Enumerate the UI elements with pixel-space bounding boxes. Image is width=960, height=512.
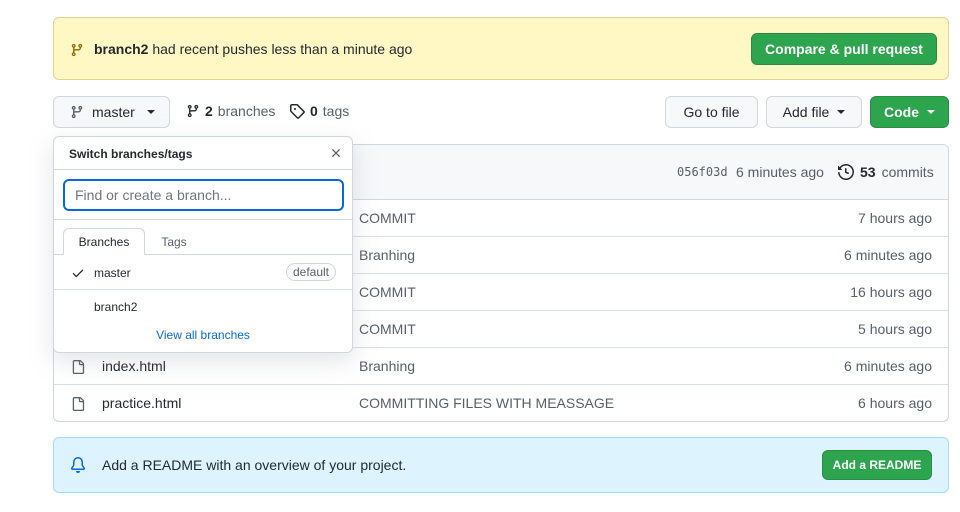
file-time: 6 minutes ago [844,247,932,263]
commits-label: commits [881,164,934,180]
recent-push-banner: branch2 had recent pushes less than a mi… [53,17,949,80]
file-icon [71,359,85,375]
bell-icon [70,457,86,473]
branch-switcher-dropdown: Switch branches/tags Branches Tags maste… [53,136,353,353]
file-time: 5 hours ago [858,321,932,337]
tags-link[interactable]: 0 tags [289,103,349,119]
commit-message[interactable]: COMMIT [359,321,416,337]
branch-name: master [94,266,131,280]
file-name[interactable]: practice.html [102,395,181,411]
banner-branch-name[interactable]: branch2 [94,41,148,57]
tags-count: 0 [310,103,318,119]
chevron-down-icon [146,110,155,114]
commits-count: 53 [860,164,876,180]
banner-message: branch2 had recent pushes less than a mi… [94,41,412,57]
file-time: 6 minutes ago [844,358,932,374]
check-icon [71,266,85,280]
branches-count: 2 [205,103,213,119]
branches-label: branches [217,103,276,119]
commit-message[interactable]: COMMIT [359,284,416,300]
commit-message[interactable]: Branhing [359,247,415,263]
divider [54,219,352,220]
add-file-button[interactable]: Add file [766,96,862,128]
dropdown-title: Switch branches/tags [69,147,193,161]
branches-link[interactable]: 2 branches [186,103,275,119]
file-icon [71,396,85,412]
branch-item-master[interactable]: master default [54,255,352,289]
view-all-branches-link[interactable]: View all branches [54,328,352,342]
tab-tags[interactable]: Tags [149,228,199,255]
file-time: 16 hours ago [850,284,932,300]
chevron-down-icon [927,110,935,114]
code-button[interactable]: Code [870,96,949,128]
tab-branches[interactable]: Branches [63,228,145,255]
add-file-label: Add file [782,104,830,120]
table-row: practice.html COMMITTING FILES WITH MEAS… [54,385,948,421]
commit-sha[interactable]: 056f03d [677,165,728,179]
git-branch-icon [186,103,200,119]
commit-message[interactable]: COMMITTING FILES WITH MEASSAGE [359,395,614,411]
file-time: 7 hours ago [858,210,932,226]
readme-prompt: Add a README with an overview of your pr… [53,437,949,493]
add-readme-button[interactable]: Add a README [822,450,932,480]
banner-text: had recent pushes less than a minute ago [152,41,413,57]
tags-label: tags [322,103,350,119]
divider [54,169,352,170]
default-badge: default [285,263,336,281]
readme-message: Add a README with an overview of your pr… [102,457,407,473]
tag-icon [289,103,305,119]
compare-pull-request-button[interactable]: Compare & pull request [751,33,937,65]
file-time: 6 hours ago [858,395,932,411]
commit-message[interactable]: Branhing [359,358,415,374]
file-name[interactable]: index.html [102,358,166,374]
go-to-file-button[interactable]: Go to file [665,96,758,128]
table-row: index.html Branhing 6 minutes ago [54,348,948,385]
commit-message[interactable]: COMMIT [359,210,416,226]
git-branch-icon [70,42,84,58]
branch-search-input[interactable] [63,179,344,211]
branch-select-button[interactable]: master [53,96,170,128]
close-icon[interactable] [329,146,343,160]
git-branch-icon [70,104,84,120]
branch-name: branch2 [94,300,138,314]
branch-item-branch2[interactable]: branch2 [54,289,352,323]
code-label: Code [884,104,919,120]
chevron-down-icon [837,110,846,114]
commits-link[interactable]: 53 commits [838,164,934,180]
current-branch-label: master [92,104,135,120]
commit-time: 6 minutes ago [736,164,824,180]
history-icon [838,164,854,180]
